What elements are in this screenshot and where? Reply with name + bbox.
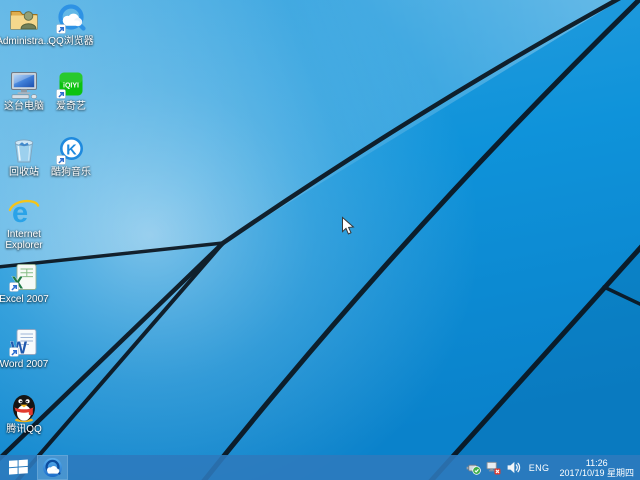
- icon-label: Word 2007: [0, 359, 49, 370]
- user-folder-icon: [10, 11, 38, 30]
- desktop-icon-qq-browser[interactable]: QQ浏览器: [39, 3, 103, 47]
- taskbar-button-qq-browser[interactable]: [37, 455, 68, 480]
- iqiyi-icon: iQIYI: [56, 72, 83, 99]
- desktop-icon-internet-explorer[interactable]: e Internet Explorer: [0, 196, 56, 251]
- desktop: Administra... QQ浏览器 这台电脑 iQIYI 爱奇艺 回收站 K…: [0, 0, 640, 480]
- recycle-bin-icon: [14, 139, 34, 163]
- desktop-icon-iqiyi[interactable]: iQIYI 爱奇艺: [39, 68, 103, 112]
- shortcut-arrow-overlay: [56, 89, 66, 99]
- desktop-icon-excel-2007[interactable]: X Excel 2007: [0, 261, 56, 305]
- computer-icon: [11, 72, 37, 99]
- word-icon: W: [9, 329, 37, 358]
- icon-label: Internet Explorer: [5, 229, 43, 251]
- qq-penguin-icon: [13, 395, 35, 423]
- desktop-icon-word-2007[interactable]: W Word 2007: [0, 326, 56, 370]
- icon-label: Excel 2007: [0, 294, 49, 305]
- desktop-icon-tencent-qq[interactable]: 腾讯QQ: [0, 391, 56, 435]
- start-button[interactable]: [0, 455, 37, 480]
- shortcut-arrow-overlay: [9, 282, 19, 292]
- system-tray: ENG 11:26 2017/10/19 星期四: [466, 455, 640, 480]
- kugou-music-icon: K: [56, 137, 83, 165]
- icon-label: 回收站: [9, 167, 39, 178]
- windows-logo-icon: [9, 459, 28, 475]
- network-disconnected-icon[interactable]: [486, 455, 501, 480]
- desktop-icon-kugou-music[interactable]: K 酷狗音乐: [39, 134, 103, 178]
- clock-date: 2017/10/19 星期四: [559, 467, 634, 478]
- mouse-cursor: [342, 216, 355, 235]
- qq-browser-icon: [42, 457, 63, 478]
- clock-time: 11:26: [585, 457, 608, 468]
- taskbar-clock[interactable]: 11:26 2017/10/19 星期四: [557, 458, 636, 478]
- shortcut-arrow-overlay: [56, 155, 66, 165]
- usb-safely-remove-icon[interactable]: [466, 455, 481, 480]
- svg-text:iQIYI: iQIYI: [63, 82, 79, 89]
- icon-label: 酷狗音乐: [51, 167, 91, 178]
- volume-icon[interactable]: [506, 455, 521, 480]
- icon-label: 这台电脑: [4, 101, 44, 112]
- shortcut-arrow-overlay: [9, 347, 19, 357]
- icon-label: 腾讯QQ: [6, 424, 42, 435]
- shortcut-arrow-overlay: [56, 24, 66, 34]
- icon-label: QQ浏览器: [48, 36, 94, 47]
- taskbar: ENG 11:26 2017/10/19 星期四: [0, 455, 640, 480]
- language-indicator[interactable]: ENG: [526, 463, 553, 473]
- svg-text:K: K: [66, 142, 77, 158]
- icon-label: 爱奇艺: [56, 101, 86, 112]
- qq-browser-icon: [56, 4, 86, 34]
- internet-explorer-icon: e: [8, 197, 40, 228]
- excel-icon: X: [9, 264, 37, 293]
